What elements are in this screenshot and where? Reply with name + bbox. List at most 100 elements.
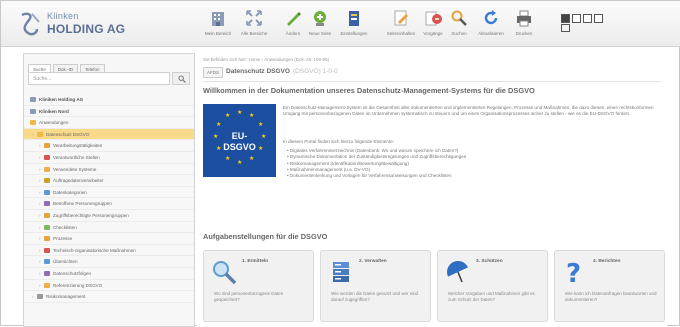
toolbar-settings-button[interactable]: Einstellungen [339, 9, 369, 43]
layout-option-1-icon[interactable] [561, 14, 570, 23]
layout-option-4-icon[interactable] [594, 14, 603, 23]
expand-arrow-icon[interactable]: › [39, 178, 41, 183]
folder-icon [44, 224, 50, 230]
tree-item[interactable]: › Prozesse [24, 233, 194, 245]
card-description: Wie werden die Daten genutzt und wer sin… [331, 291, 419, 302]
toolbar-tasks-button[interactable]: Vorgänge [421, 9, 445, 43]
tree-item[interactable]: › Datenkategorien [24, 187, 194, 199]
tree-item[interactable]: Kliniken Holding AG [24, 94, 194, 106]
expand-arrow-icon[interactable]: › [39, 259, 41, 264]
layout-switcher [561, 10, 605, 32]
folder-icon [30, 120, 36, 126]
tree-item[interactable]: › Datenschutz DSGVO [24, 128, 194, 141]
expand-arrow-icon[interactable]: › [39, 236, 41, 241]
refresh-icon [484, 10, 498, 25]
tree-item[interactable]: › Datenschutzfolgen [24, 268, 194, 280]
folder-icon [37, 131, 43, 137]
task-card-report[interactable]: ? 4. Berichten Wie kann ich Datenanfrage… [554, 250, 665, 322]
tree-item[interactable]: › Referenzierung DSGVO [24, 280, 194, 292]
tree-item[interactable]: › Auftragsdatenverarbeiter [24, 175, 194, 187]
tree-item[interactable]: › Betroffene Personengruppen [24, 198, 194, 210]
toolbar-label: Vorgänge [423, 31, 443, 36]
eu-dsgvo-logo: ★ ★ ★ ★ ★ ★ ★ ★ ★ ★ ★ ★ EU- DSGVO [203, 104, 276, 177]
tree-item[interactable]: › Verwendete Systeme [24, 164, 194, 176]
tasks-heading: Aufgabenstellungen für die DSGVO [203, 232, 328, 241]
tree-item[interactable]: Anwendungen [24, 117, 194, 129]
tree-item[interactable]: › Verantwortliche Stellen [24, 152, 194, 164]
tree-item-label: Prozesse [53, 236, 73, 242]
task-card-identify[interactable]: 1. Ermitteln Wo sind personenbezogene Da… [203, 250, 314, 322]
folder-icon [44, 154, 50, 160]
new-page-icon [314, 11, 326, 26]
toolbar-page-content-button[interactable]: Seiteninhalten [385, 9, 417, 43]
folder-icon [44, 259, 50, 265]
folder-icon [44, 282, 50, 288]
search-input[interactable]: Suche... [28, 72, 170, 85]
feature-list: Digitales Verfahrensverzeichnis (Datenba… [287, 148, 657, 179]
search-button[interactable] [172, 72, 190, 85]
tree-item[interactable]: › Risikomanagement [24, 291, 194, 303]
expand-arrow-icon[interactable]: › [39, 201, 41, 206]
toolbar-print-button[interactable]: Drucken [511, 9, 537, 43]
expand-arrow-icon[interactable]: › [32, 132, 34, 137]
search-icon [451, 10, 467, 26]
expand-arrow-icon[interactable]: › [39, 143, 41, 148]
tree-item[interactable]: › Verarbeitungstätigkeiten [24, 140, 194, 152]
tree-item[interactable]: › Übersichten [24, 256, 194, 268]
tree-item[interactable]: › Checklisten [24, 222, 194, 234]
tree-item-label: Datenschutzfolgen [53, 270, 92, 276]
task-card-manage[interactable]: 2. Verwalten Wie werden die Daten genutz… [320, 250, 431, 322]
sidebar-tabs: Suche Dok.-ID Telefon [28, 58, 107, 75]
tree-item[interactable]: › Zugriffsberechtigte Personengruppen [24, 210, 194, 222]
tasks-icon [425, 11, 442, 26]
page-tag: AFDS [203, 67, 224, 78]
page-title-suffix: (DSGVO) 1-0-0 [292, 68, 338, 75]
layout-option-3-icon[interactable] [583, 14, 592, 23]
expand-arrow-icon[interactable]: › [39, 248, 41, 253]
server-icon [333, 262, 349, 282]
tree-item-label: Verarbeitungstätigkeiten [53, 143, 103, 149]
tree-item[interactable]: Kliniken Nord [24, 106, 194, 118]
expand-arrow-icon[interactable]: › [39, 225, 41, 230]
expand-arrow-icon[interactable]: › [39, 155, 41, 160]
tree-item[interactable]: › Technisch-organisatorische Maßnahmen [24, 245, 194, 257]
toolbar-label: Seiteninhalten [386, 31, 416, 36]
tree-item-label: Zugriffsberechtigte Personengruppen [53, 212, 129, 218]
folder-icon [44, 270, 50, 276]
settings-icon [349, 11, 359, 26]
expand-icon [246, 10, 262, 26]
task-card-protect[interactable]: 3. Schützen Welcher Vorgaben und Maßnahm… [437, 250, 548, 322]
pencil-icon [287, 12, 301, 26]
expand-arrow-icon[interactable]: › [39, 283, 41, 288]
tree-item-label: Referenzierung DSGVO [53, 282, 103, 288]
toolbar-label: Einstellungen [340, 31, 368, 36]
company-logo[interactable]: Klinken HOLDING AG [19, 10, 159, 40]
main-content: Sie befinden sich hier: Home › Anwendung… [197, 53, 667, 327]
folder-icon [44, 143, 50, 149]
tree-item-label: Verantwortliche Stellen [53, 154, 100, 160]
layout-option-5-icon[interactable] [561, 24, 570, 32]
tree-item-label: Kliniken Holding AG [39, 97, 84, 102]
toolbar-my-area-button[interactable]: Mein Bereich [203, 9, 233, 43]
tree-item-label: Auftragsdatenverarbeiter [53, 178, 104, 184]
flag-text-1: EU- [231, 131, 248, 141]
toolbar-refresh-button[interactable]: Aktualisieren [475, 9, 507, 43]
expand-arrow-icon[interactable]: › [32, 294, 34, 299]
list-item: Dokumentenlenkung und Vorlagen für Verfa… [287, 173, 657, 179]
layout-option-2-icon[interactable] [572, 14, 581, 23]
folder-icon [30, 97, 36, 102]
expand-arrow-icon[interactable]: › [39, 190, 41, 195]
toolbar-edit-button[interactable]: Ändern [281, 9, 305, 43]
toolbar-all-areas-button[interactable]: Alle Bereiche [239, 9, 269, 43]
toolbar-label: Suchen [451, 31, 467, 36]
toolbar-new-page-button[interactable]: Neue Seite [307, 9, 333, 43]
expand-arrow-icon[interactable]: › [39, 271, 41, 276]
toolbar-search-button[interactable]: Suchen [447, 9, 471, 43]
folder-icon [44, 201, 50, 207]
folder-icon [44, 236, 50, 242]
tree-item-label: Betroffene Personengruppen [53, 201, 112, 207]
divider [203, 81, 661, 82]
flag-text-2: DSGVO [223, 142, 256, 152]
expand-arrow-icon[interactable]: › [39, 167, 41, 172]
expand-arrow-icon[interactable]: › [39, 213, 41, 218]
